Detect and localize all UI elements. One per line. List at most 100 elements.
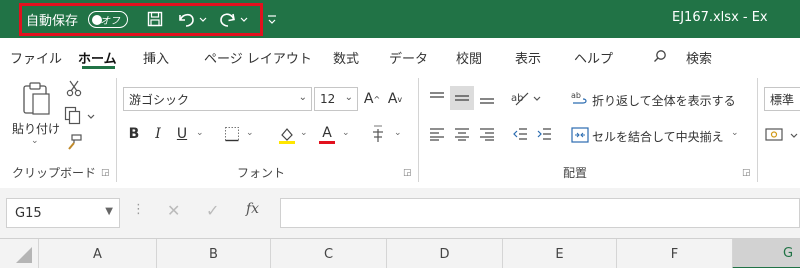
fill-color-button[interactable] xyxy=(276,124,298,146)
chevron-down-icon: ⌄ xyxy=(344,92,353,103)
underline-button[interactable]: U xyxy=(174,124,190,144)
increase-indent-button[interactable] xyxy=(534,124,554,144)
customize-qat-button[interactable] xyxy=(266,12,278,26)
redo-button[interactable] xyxy=(218,9,252,29)
column-header-d[interactable]: D xyxy=(386,239,502,268)
clipboard-launcher-icon[interactable]: ◲ xyxy=(101,168,110,178)
accounting-format-button[interactable] xyxy=(764,125,800,145)
font-size-value: 12 xyxy=(320,92,336,106)
caret-up-icon: ^ xyxy=(373,94,381,104)
decrease-indent-icon xyxy=(513,128,527,140)
ribbon: 貼り付け ⌄ クリップボード ◲ 游ゴシック ⌄ 12 ⌄ A ^ A v B … xyxy=(0,72,800,188)
align-center-button[interactable] xyxy=(452,124,472,144)
currency-icon xyxy=(765,128,798,141)
fill-color-dropdown-chevron[interactable]: ⌄ xyxy=(300,128,308,138)
font-name-select[interactable]: 游ゴシック ⌄ xyxy=(123,87,312,111)
copy-icon xyxy=(64,106,95,125)
bottom-align-button[interactable] xyxy=(477,88,497,108)
number-format-select[interactable]: 標準 xyxy=(764,87,800,111)
font-color-dropdown-chevron[interactable]: ⌄ xyxy=(342,128,350,138)
paste-label: 貼り付け xyxy=(12,122,61,136)
active-tab-indicator xyxy=(82,66,115,69)
italic-button[interactable]: I xyxy=(150,124,166,144)
align-left-button[interactable] xyxy=(427,124,447,144)
enter-icon[interactable]: ✓ xyxy=(206,201,219,220)
column-header-a[interactable]: A xyxy=(38,239,156,268)
paste-button[interactable] xyxy=(18,80,54,118)
search-icon xyxy=(652,48,668,64)
merge-center-button[interactable]: セルを結合して中央揃え xyxy=(592,128,724,145)
column-header-g[interactable]: G xyxy=(732,239,800,268)
copy-button[interactable] xyxy=(64,106,98,126)
middle-align-button[interactable] xyxy=(450,86,474,110)
format-painter-button[interactable] xyxy=(64,132,84,152)
column-header-f[interactable]: F xyxy=(616,239,732,268)
decrease-indent-button[interactable] xyxy=(510,124,530,144)
column-header-c[interactable]: C xyxy=(270,239,386,268)
tab-data[interactable]: データ xyxy=(389,48,428,67)
group-divider xyxy=(418,78,419,182)
font-color-button[interactable]: A xyxy=(316,122,338,146)
tab-insert[interactable]: 挿入 xyxy=(143,48,169,67)
tab-search[interactable]: 検索 xyxy=(686,48,712,67)
toggle-knob xyxy=(92,14,102,25)
name-box[interactable]: G15 ▼ xyxy=(6,198,120,228)
align-right-icon xyxy=(480,128,494,141)
save-icon xyxy=(147,11,163,27)
merge-dropdown-chevron[interactable]: ⌄ xyxy=(731,128,739,138)
font-size-select[interactable]: 12 ⌄ xyxy=(314,87,358,111)
cut-button[interactable] xyxy=(64,78,84,98)
shrink-font-button[interactable]: Av xyxy=(386,89,404,109)
increase-indent-icon xyxy=(537,128,551,140)
column-headers: A B C D E F G xyxy=(0,238,800,268)
formula-input[interactable] xyxy=(280,198,800,228)
phonetic-dropdown-chevron[interactable]: ⌄ xyxy=(394,128,402,138)
clipboard-group-label: クリップボード xyxy=(12,166,97,180)
format-painter-icon xyxy=(68,134,82,150)
undo-button[interactable] xyxy=(176,9,210,29)
svg-text:ab: ab xyxy=(511,93,523,104)
clipboard-icon xyxy=(23,82,50,115)
borders-button[interactable] xyxy=(222,125,242,143)
select-all-triangle-icon xyxy=(16,247,32,263)
redo-icon xyxy=(220,13,248,27)
font-color-swatch xyxy=(319,140,335,144)
borders-dropdown-chevron[interactable]: ⌄ xyxy=(246,128,254,138)
tab-view[interactable]: 表示 xyxy=(515,48,541,67)
wrap-text-button[interactable]: 折り返して全体を表示する xyxy=(592,92,736,109)
top-align-button[interactable] xyxy=(427,88,447,108)
alignment-group-label: 配置 xyxy=(563,166,588,180)
chevron-down-icon: ⌄ xyxy=(298,92,307,103)
align-left-icon xyxy=(430,128,444,141)
autosave-toggle[interactable]: オフ xyxy=(88,11,128,28)
svg-text:ab: ab xyxy=(571,91,581,100)
column-header-b[interactable]: B xyxy=(156,239,270,268)
tab-review[interactable]: 校閲 xyxy=(456,48,482,67)
merge-center-icon xyxy=(570,125,590,145)
tab-file[interactable]: ファイル xyxy=(10,48,62,67)
select-all-button[interactable] xyxy=(0,239,38,268)
formula-bar-grip-icon: ⋮ xyxy=(132,202,145,217)
save-button[interactable] xyxy=(146,10,164,28)
paste-dropdown-chevron[interactable]: ⌄ xyxy=(31,136,39,146)
align-right-button[interactable] xyxy=(477,124,497,144)
chevron-down-icon: ▼ xyxy=(105,206,113,217)
tab-home[interactable]: ホーム xyxy=(78,48,117,67)
grow-font-button[interactable]: A ^ xyxy=(363,89,381,109)
bold-button[interactable]: B xyxy=(126,124,142,144)
underline-dropdown-chevron[interactable]: ⌄ xyxy=(196,128,204,138)
column-header-e[interactable]: E xyxy=(502,239,616,268)
insert-function-button[interactable]: fx xyxy=(246,201,259,217)
tab-help[interactable]: ヘルプ xyxy=(574,48,613,67)
cancel-icon[interactable]: ✕ xyxy=(167,201,180,220)
align-top-icon xyxy=(430,92,444,98)
tab-formulas[interactable]: 数式 xyxy=(333,48,359,67)
orientation-button[interactable]: ab xyxy=(510,88,544,108)
phonetic-guide-button[interactable] xyxy=(368,122,388,146)
alignment-launcher-icon[interactable]: ◲ xyxy=(742,168,751,178)
tab-page-layout[interactable]: ページ レイアウト xyxy=(204,48,312,67)
font-launcher-icon[interactable]: ◲ xyxy=(403,168,412,178)
name-box-value: G15 xyxy=(15,205,42,221)
font-name-value: 游ゴシック xyxy=(129,92,190,107)
group-divider xyxy=(116,78,117,182)
